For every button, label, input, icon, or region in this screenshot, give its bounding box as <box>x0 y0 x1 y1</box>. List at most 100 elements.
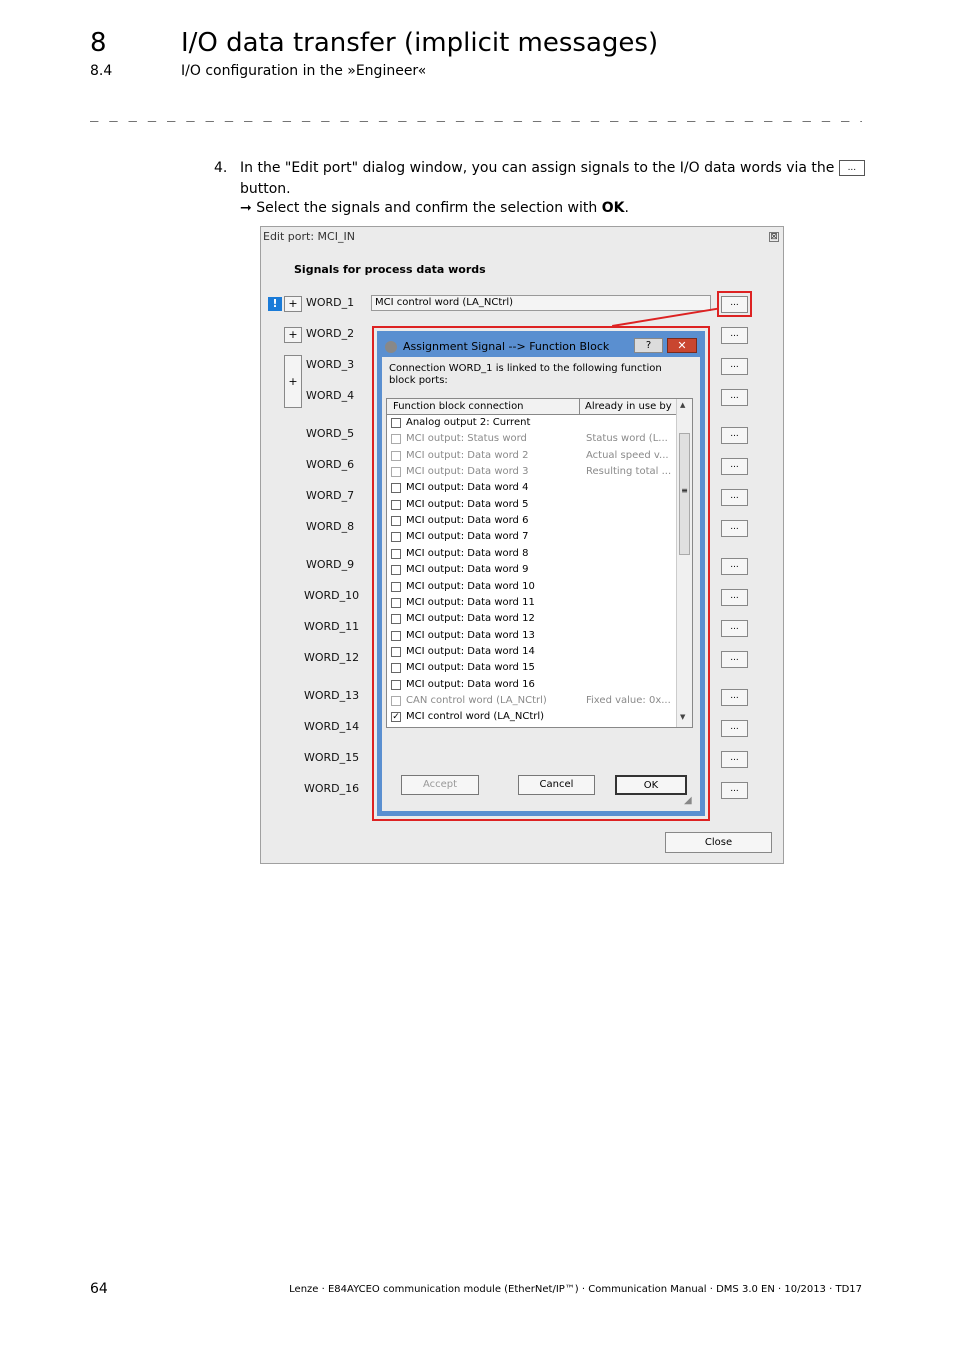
list-item[interactable]: MCI output: Data word 7 <box>391 530 676 546</box>
list-scrollbar[interactable]: ▲ ≡ ▼ <box>676 399 692 727</box>
assign-signal-button[interactable]: ... <box>721 620 748 637</box>
expand-word3-4-button[interactable]: + <box>284 355 302 408</box>
help-icon[interactable]: ? <box>634 338 663 353</box>
scroll-thumb[interactable]: ≡ <box>679 433 690 555</box>
list-item[interactable]: MCI output: Data word 12 <box>391 612 676 628</box>
checkbox-icon[interactable] <box>391 679 401 690</box>
assign-signal-button[interactable]: ... <box>721 558 748 575</box>
list-item-used-by: Actual speed v... <box>586 449 669 461</box>
assign-signal-button[interactable]: ... <box>721 427 748 444</box>
checkbox-icon[interactable] <box>391 450 401 461</box>
step-text-a: In the "Edit port" dialog window, you ca… <box>240 160 835 176</box>
list-item-label: MCI output: Data word 13 <box>406 629 535 641</box>
list-item-label: MCI output: Data word 3 <box>406 466 529 478</box>
word-label: WORD_4 <box>306 389 355 402</box>
list-item[interactable]: MCI output: Data word 9 <box>391 563 676 579</box>
step-result-text: Select the signals and confirm the selec… <box>256 200 602 216</box>
checkbox-icon[interactable] <box>391 467 401 478</box>
ok-button[interactable]: OK <box>615 775 687 795</box>
checkbox-icon[interactable] <box>391 499 401 510</box>
close-icon[interactable]: ⊠ <box>769 232 779 242</box>
assign-signal-button[interactable]: ... <box>721 720 748 737</box>
list-item[interactable]: MCI output: Data word 2 Actual speed v... <box>391 449 676 465</box>
expand-word2-button[interactable]: + <box>284 327 302 343</box>
list-item-label: MCI output: Data word 16 <box>406 678 535 690</box>
assign-signal-button[interactable]: ... <box>721 327 748 344</box>
function-block-list[interactable]: Function block connection Already in use… <box>386 398 693 728</box>
scroll-down-icon[interactable]: ▼ <box>680 713 685 721</box>
cancel-button[interactable]: Cancel <box>518 775 595 795</box>
checkbox-icon[interactable] <box>391 483 401 494</box>
list-item[interactable]: Analog output 2: Current <box>391 416 676 432</box>
list-item[interactable]: MCI output: Data word 16 <box>391 678 676 694</box>
checkbox-icon[interactable] <box>391 434 401 445</box>
list-item[interactable]: ✓ MCI control word (LA_NCtrl) <box>391 710 676 726</box>
word1-signal-field[interactable]: MCI control word (LA_NCtrl) <box>371 295 711 311</box>
list-item-label: MCI control word (LA_NCtrl) <box>406 711 545 723</box>
close-button[interactable]: Close <box>665 832 772 853</box>
scroll-up-icon[interactable]: ▲ <box>680 401 685 409</box>
checkbox-icon[interactable] <box>391 581 401 592</box>
inline-dots-button-icon: ... <box>838 160 865 176</box>
checkbox-icon[interactable] <box>391 532 401 543</box>
checkbox-icon[interactable] <box>391 646 401 657</box>
assign-signal-button[interactable]: ... <box>721 358 748 375</box>
checkbox-icon[interactable] <box>391 565 401 576</box>
list-item[interactable]: MCI output: Data word 14 <box>391 645 676 661</box>
section-number: 8.4 <box>90 63 113 79</box>
assign-signal-button[interactable]: ... <box>721 651 748 668</box>
word-label: WORD_5 <box>306 427 355 440</box>
checkbox-icon[interactable] <box>391 630 401 641</box>
checkbox-icon[interactable] <box>391 418 401 428</box>
word-label: WORD_8 <box>306 520 355 533</box>
assign-signal-button[interactable]: ... <box>721 589 748 606</box>
checkbox-icon[interactable] <box>391 597 401 608</box>
close-icon[interactable]: ✕ <box>667 338 697 353</box>
list-item[interactable]: MCI output: Data word 6 <box>391 514 676 530</box>
checkbox-checked-icon[interactable]: ✓ <box>391 712 401 723</box>
list-item-label: MCI output: Data word 6 <box>406 515 529 527</box>
assign-signal-button[interactable]: ... <box>721 389 748 406</box>
list-item[interactable]: MCI output: Data word 10 <box>391 580 676 596</box>
checkbox-icon[interactable] <box>391 548 401 559</box>
warning-icon: ! <box>268 297 282 311</box>
list-item[interactable]: MCI output: Data word 5 <box>391 498 676 514</box>
assign-signal-button[interactable]: ... <box>721 489 748 506</box>
word-label: WORD_16 <box>304 782 360 795</box>
edit-port-title: Edit port: MCI_IN <box>263 230 355 243</box>
chapter-title: I/O data transfer (implicit messages) <box>181 28 659 58</box>
arrow-icon: ➞ <box>240 200 252 216</box>
word-label: WORD_11 <box>304 620 360 633</box>
checkbox-icon[interactable] <box>391 695 401 706</box>
expand-word1-button[interactable]: + <box>284 296 302 312</box>
accept-button[interactable]: Accept <box>401 775 479 795</box>
column-header-used-by[interactable]: Already in use by <box>585 401 672 412</box>
list-item[interactable]: MCI output: Data word 3 Resulting total .… <box>391 465 676 481</box>
checkbox-icon[interactable] <box>391 614 401 625</box>
assign-signal-button[interactable]: ... <box>721 689 748 706</box>
resize-grip-icon[interactable]: ◢ <box>684 795 692 806</box>
list-item-used-by: Resulting total ... <box>586 466 672 478</box>
list-item[interactable]: MCI output: Data word 8 <box>391 547 676 563</box>
list-item[interactable]: MCI output: Data word 13 <box>391 629 676 645</box>
list-item-label: MCI output: Data word 9 <box>406 564 529 576</box>
list-item-label: MCI output: Data word 12 <box>406 613 535 625</box>
checkbox-icon[interactable] <box>391 516 401 527</box>
assign-signal-button[interactable]: ... <box>721 782 748 799</box>
list-item[interactable]: MCI output: Data word 15 <box>391 661 676 677</box>
column-divider <box>579 399 580 414</box>
checkbox-icon[interactable] <box>391 663 401 674</box>
list-item-label: MCI output: Data word 2 <box>406 449 529 461</box>
list-item[interactable]: CAN control word (LA_NCtrl) Fixed value: … <box>391 694 676 710</box>
word-label: WORD_2 <box>306 327 355 340</box>
list-item[interactable]: MCI output: Status word Status word (L... <box>391 432 676 448</box>
assign-signal-button[interactable]: ... <box>721 520 748 537</box>
column-header-connection[interactable]: Function block connection <box>393 401 524 412</box>
list-item-label: MCI output: Data word 8 <box>406 547 529 559</box>
list-item[interactable]: MCI output: Data word 4 <box>391 481 676 497</box>
assign-signal-button[interactable]: ... <box>721 458 748 475</box>
list-item-used-by: Fixed value: 0x... <box>586 694 671 706</box>
list-item[interactable]: MCI output: Data word 11 <box>391 596 676 612</box>
assign-signal-button[interactable]: ... <box>721 751 748 768</box>
app-icon <box>385 341 397 353</box>
